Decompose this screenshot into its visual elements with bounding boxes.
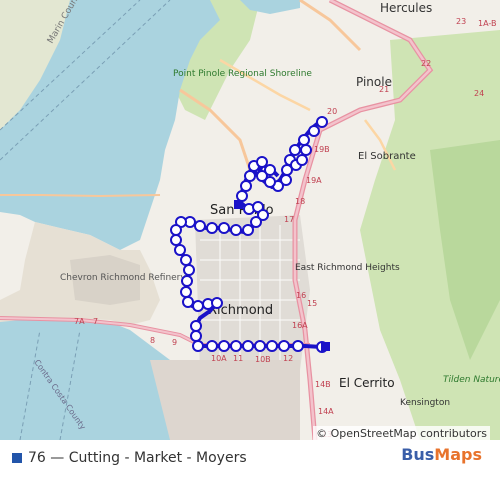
brand-part-2: Maps: [434, 445, 482, 464]
map-area[interactable]: 23 1A-B 22 21 20 19B 19A 18 17 16 16A 15…: [0, 0, 500, 440]
svg-text:17: 17: [284, 215, 294, 224]
route-legend: 76 — Cutting - Market - Moyers: [12, 450, 247, 466]
label-el-sobrante: El Sobrante: [358, 151, 416, 162]
svg-text:14B: 14B: [315, 380, 331, 389]
svg-text:20: 20: [327, 107, 337, 116]
svg-text:12: 12: [283, 354, 293, 363]
route-terminal-marker: [234, 200, 243, 209]
svg-text:7: 7: [93, 317, 98, 326]
route-end-marker: [321, 342, 330, 351]
map-canvas[interactable]: 23 1A-B 22 21 20 19B 19A 18 17 16 16A 15…: [0, 0, 500, 440]
svg-text:7A: 7A: [74, 317, 85, 326]
svg-text:24: 24: [474, 89, 484, 98]
port-area: [150, 360, 300, 440]
map-attribution[interactable]: © OpenStreetMap contributors: [313, 426, 490, 441]
svg-text:23: 23: [456, 17, 466, 26]
svg-text:10B: 10B: [255, 355, 271, 364]
label-el-cerrito: El Cerrito: [339, 376, 395, 390]
label-chevron-refinery: Chevron Richmond Refinery: [60, 273, 186, 283]
svg-text:18: 18: [295, 197, 305, 206]
svg-text:11: 11: [233, 354, 243, 363]
svg-text:16A: 16A: [292, 321, 308, 330]
label-hercules: Hercules: [380, 1, 432, 15]
svg-text:19A: 19A: [306, 176, 322, 185]
label-point-pinole: Point Pinole Regional Shoreline: [173, 69, 312, 79]
label-kensington: Kensington: [400, 398, 450, 408]
svg-text:8: 8: [150, 336, 155, 345]
brand-part-1: Bus: [401, 445, 435, 464]
svg-text:15: 15: [307, 299, 317, 308]
svg-text:10A: 10A: [211, 354, 227, 363]
route-color-square: [12, 453, 22, 463]
label-pinole: Pinole: [356, 75, 392, 89]
busmaps-logo[interactable]: BusMaps: [401, 445, 482, 464]
svg-text:19B: 19B: [314, 145, 330, 154]
footer: 76 — Cutting - Market - Moyers BusMaps: [0, 440, 500, 500]
svg-text:1A-B: 1A-B: [478, 19, 496, 28]
label-east-richmond-heights: East Richmond Heights: [295, 263, 400, 273]
svg-text:22: 22: [421, 59, 431, 68]
svg-text:9: 9: [172, 338, 177, 347]
svg-text:14A: 14A: [318, 407, 334, 416]
route-label: 76 — Cutting - Market - Moyers: [28, 450, 247, 466]
svg-text:16: 16: [296, 291, 306, 300]
label-tilden: Tilden Nature Area: [443, 375, 500, 385]
